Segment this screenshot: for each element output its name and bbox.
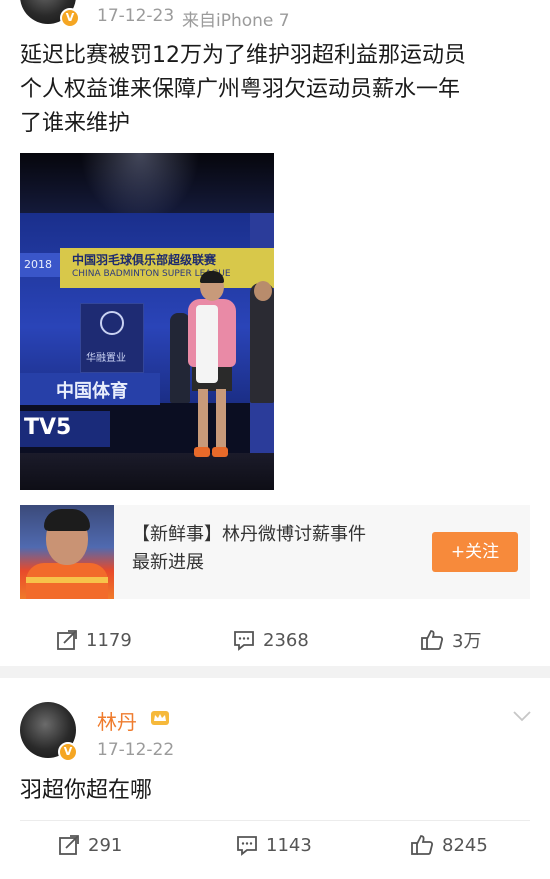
photo-sponsor-text: 华融置业 bbox=[86, 353, 126, 364]
comment-count: 1143 bbox=[266, 834, 312, 856]
follow-button[interactable]: +关注 bbox=[432, 532, 518, 572]
photo-banner-text: 中国羽毛球俱乐部超级联赛 bbox=[72, 253, 217, 267]
repost-icon bbox=[57, 630, 77, 650]
author-name[interactable]: 林丹 bbox=[97, 706, 137, 735]
repost-icon bbox=[59, 835, 79, 855]
action-bar: 291 1143 8245 bbox=[0, 821, 550, 869]
like-button[interactable]: 8245 bbox=[410, 821, 488, 869]
post-timestamp: 17-12-23 bbox=[97, 6, 175, 26]
repost-button[interactable]: 1179 bbox=[56, 616, 132, 664]
post-text-line: 延迟比赛被罚12万为了维护羽超利益那运动员 bbox=[20, 43, 466, 68]
thumbs-up-icon bbox=[411, 835, 434, 855]
verified-badge-icon bbox=[58, 742, 78, 762]
photo-sign-text: 中国体育 bbox=[56, 381, 128, 402]
post-text-line: 个人权益谁来保障广州粤羽欠运动员薪水一年 bbox=[20, 77, 461, 102]
post-text-line: 了谁来维护 bbox=[20, 111, 131, 136]
like-button[interactable]: 3万 bbox=[420, 616, 481, 664]
verified-badge-icon bbox=[60, 8, 80, 28]
like-count: 3万 bbox=[452, 631, 482, 652]
post-text: 羽超你超在哪 bbox=[20, 778, 153, 803]
repost-count: 1179 bbox=[86, 629, 132, 651]
post-photo[interactable]: 2018 中国羽毛球俱乐部超级联赛 CHINA BADMINTON SUPER … bbox=[20, 153, 274, 490]
comment-button[interactable]: 2368 bbox=[233, 616, 309, 664]
weibo-post-card: 17-12-23 来自iPhone 7 延迟比赛被罚12万为了维护羽超利益那运动… bbox=[0, 0, 550, 666]
post-text: 延迟比赛被罚12万为了维护羽超利益那运动员 个人权益谁来保障广州粤羽欠运动员薪水… bbox=[20, 39, 535, 141]
action-bar: 1179 2368 3万 bbox=[0, 616, 550, 664]
post-timestamp: 17-12-22 bbox=[97, 740, 175, 760]
photo-year-text: 2018 bbox=[20, 253, 64, 277]
news-card[interactable]: 【新鲜事】林丹微博讨薪事件 最新进展 +关注 bbox=[20, 505, 530, 599]
news-title-line: 最新进展 bbox=[132, 552, 204, 573]
news-title-line: 【新鲜事】林丹微博讨薪事件 bbox=[132, 524, 366, 545]
thumbs-up-icon bbox=[421, 630, 444, 650]
repost-button[interactable]: 291 bbox=[58, 821, 122, 869]
post-source: 来自iPhone 7 bbox=[182, 11, 290, 31]
like-count: 8245 bbox=[442, 834, 488, 856]
weibo-post-card: 林丹 17-12-22 羽超你超在哪 291 1143 8245 bbox=[0, 678, 550, 879]
comment-count: 2368 bbox=[263, 629, 309, 651]
photo-tv-text: TV5 bbox=[24, 415, 72, 440]
chevron-down-icon[interactable] bbox=[512, 710, 532, 722]
news-title: 【新鲜事】林丹微博讨薪事件 最新进展 bbox=[132, 521, 422, 577]
card-divider bbox=[0, 666, 550, 678]
comment-icon bbox=[234, 631, 254, 651]
news-thumbnail bbox=[20, 505, 114, 599]
crown-icon bbox=[151, 711, 169, 725]
comment-icon bbox=[237, 836, 257, 856]
repost-count: 291 bbox=[88, 834, 123, 856]
comment-button[interactable]: 1143 bbox=[236, 821, 312, 869]
